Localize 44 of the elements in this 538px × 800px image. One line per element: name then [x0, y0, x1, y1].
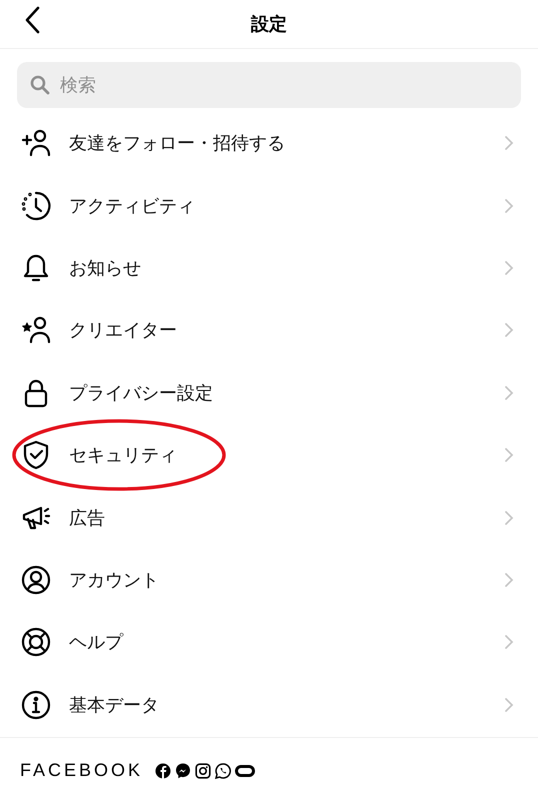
- chevron-icon: [504, 447, 514, 464]
- settings-item[interactable]: アクティビティ: [0, 174, 538, 237]
- item-label: プライバシー設定: [69, 382, 214, 405]
- circle-f-icon: [155, 762, 172, 779]
- chevron-icon: [504, 198, 514, 214]
- goggles-icon: [235, 762, 256, 779]
- settings-item[interactable]: 友達をフォロー・招待する: [0, 112, 538, 174]
- info-icon: [20, 688, 52, 721]
- phone-bubble-icon: [215, 762, 232, 779]
- back-icon[interactable]: [24, 6, 40, 34]
- item-label: 友達をフォロー・招待する: [69, 132, 286, 156]
- settings-item[interactable]: ヘルプ: [0, 611, 538, 674]
- chevron-icon: [504, 510, 514, 526]
- chevron-icon: [504, 322, 514, 338]
- item-label: ヘルプ: [69, 631, 124, 654]
- item-label: セキュリティ: [69, 444, 178, 468]
- item-label: 基本データ: [69, 694, 160, 717]
- search-field[interactable]: 検索: [17, 62, 521, 108]
- settings-item[interactable]: 基本データ: [0, 674, 538, 736]
- settings-item[interactable]: プライバシー設定: [0, 362, 538, 424]
- clock-icon: [20, 190, 52, 222]
- chevron-icon: [504, 260, 514, 276]
- camera-icon: [195, 762, 212, 779]
- settings-item[interactable]: お知らせ: [0, 236, 538, 300]
- chevron-icon: [504, 135, 514, 152]
- settings-item[interactable]: セキュリティ: [0, 424, 538, 486]
- settings-item[interactable]: クリエイター: [0, 299, 538, 362]
- chevron-icon: [504, 572, 514, 588]
- search-icon: [30, 75, 50, 95]
- settings-item[interactable]: アカウント: [0, 548, 538, 612]
- settings-item[interactable]: 広告: [0, 486, 538, 549]
- item-label: お知らせ: [69, 256, 142, 280]
- chevron-icon: [504, 634, 514, 650]
- brand-wordmark: FACEBOOK: [20, 760, 144, 782]
- item-label: 広告: [69, 506, 106, 530]
- lifebuoy-icon: [20, 626, 52, 658]
- item-label: アカウント: [69, 568, 160, 592]
- chat-bubble-icon: [175, 762, 192, 779]
- item-label: クリエイター: [69, 319, 178, 342]
- account-icon: [20, 564, 52, 596]
- chevron-icon: [504, 384, 514, 401]
- page-title: 設定: [251, 13, 287, 36]
- chevron-icon: [504, 696, 514, 713]
- item-label: アクティビティ: [69, 194, 196, 218]
